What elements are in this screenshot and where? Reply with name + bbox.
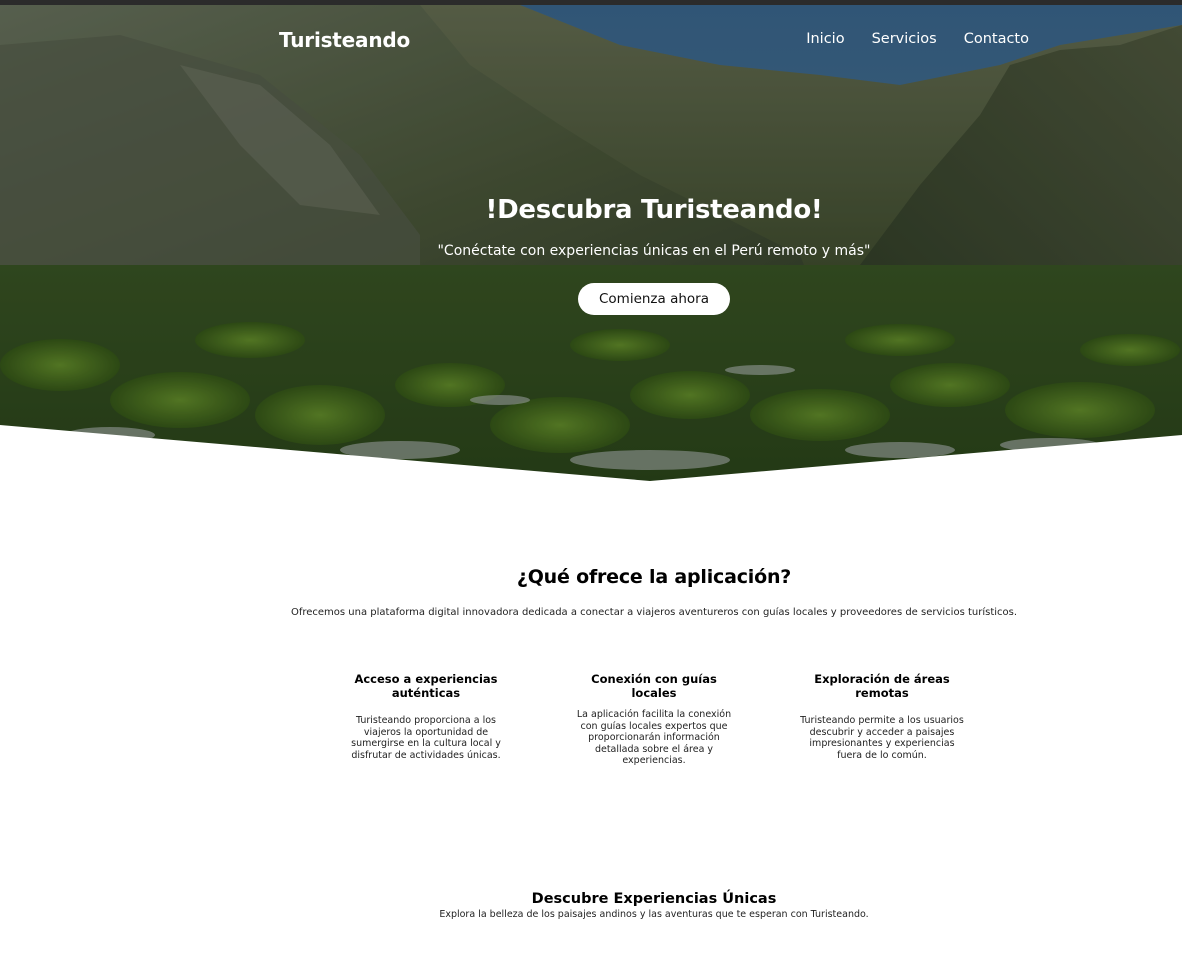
hero-section: Turisteando Inicio Servicios Contacto !D… bbox=[0, 5, 1182, 481]
hero-subtitle: "Conéctate con experiencias únicas en el… bbox=[437, 243, 871, 259]
feature-card-remote: Exploración de áreas remotas Turisteando… bbox=[797, 672, 967, 761]
feature-title: Acceso a experiencias auténticas bbox=[354, 672, 498, 700]
hero-title: !Descubra Turisteando! bbox=[485, 195, 823, 225]
feature-text: La aplicación facilita la conexión con g… bbox=[576, 709, 732, 766]
feature-card-authentic: Acceso a experiencias auténticas Turiste… bbox=[341, 672, 511, 761]
feature-card-guides: Conexión con guías locales La aplicación… bbox=[569, 672, 739, 766]
feature-title: Conexión con guías locales bbox=[591, 672, 717, 700]
offer-section-description: Ofrecemos una plataforma digital innovad… bbox=[290, 607, 1018, 618]
nav-link-contacto[interactable]: Contacto bbox=[964, 31, 1029, 47]
experiences-subtitle: Explora la belleza de los paisajes andin… bbox=[439, 909, 869, 920]
start-now-button[interactable]: Comienza ahora bbox=[578, 283, 730, 315]
nav-link-inicio[interactable]: Inicio bbox=[806, 31, 844, 47]
nav-link-servicios[interactable]: Servicios bbox=[872, 31, 937, 47]
brand-logo[interactable]: Turisteando bbox=[279, 28, 410, 52]
offer-section-title: ¿Qué ofrece la aplicación? bbox=[516, 566, 792, 588]
feature-title: Exploración de áreas remotas bbox=[814, 672, 950, 700]
main-nav: Inicio Servicios Contacto bbox=[806, 31, 1029, 47]
feature-text: Turisteando permite a los usuarios descu… bbox=[800, 715, 964, 761]
experiences-title: Descubre Experiencias Únicas bbox=[531, 891, 777, 907]
feature-text: Turisteando proporciona a los viajeros l… bbox=[351, 715, 501, 761]
